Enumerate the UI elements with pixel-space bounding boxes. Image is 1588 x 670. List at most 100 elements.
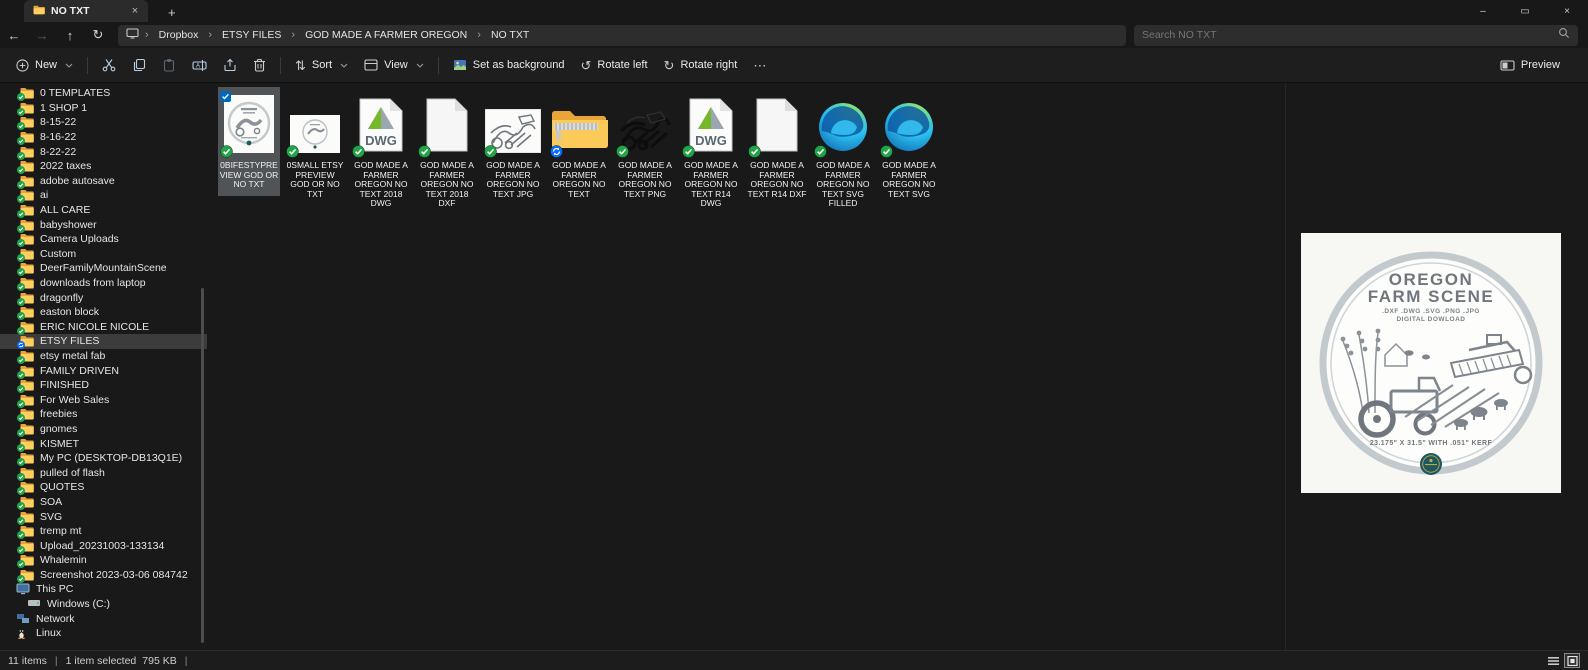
breadcrumb-segment[interactable]: ETSY FILES (218, 28, 285, 42)
copy-button[interactable] (124, 53, 154, 77)
file-name: GOD MADE A FARMER OREGON NO TEXT SVG FIL… (816, 160, 870, 208)
refresh-icon[interactable]: ↻ (84, 27, 112, 43)
sidebar-item[interactable]: ETSY FILES (0, 334, 207, 350)
breadcrumb-segment[interactable]: GOD MADE A FARMER OREGON (301, 28, 471, 42)
view-button[interactable]: View (356, 54, 432, 76)
new-button[interactable]: New (8, 54, 81, 77)
file-tile[interactable]: GOD MADE A FARMER OREGON NO TEXT R14 DXF (746, 87, 808, 205)
rotate-right-button[interactable]: ↻ Rotate right (656, 54, 746, 77)
breadcrumb[interactable]: › Dropbox › ETSY FILES › GOD MADE A FARMER OR… (118, 24, 1126, 46)
sidebar-item-label: QUOTES (40, 481, 85, 494)
sidebar-item[interactable]: 8-22-22 (0, 144, 207, 160)
file-tile[interactable]: DWG GOD MADE A FARMER OREGON NO TEXT 2018… (350, 87, 412, 215)
sidebar-item[interactable]: Camera Uploads (0, 232, 207, 248)
paste-button[interactable] (154, 53, 184, 77)
back-icon[interactable]: ← (0, 28, 28, 43)
file-tile[interactable]: GOD MADE A FARMER OREGON NO TEXT SVG FIL… (812, 87, 874, 215)
file-tile[interactable]: GOD MADE A FARMER OREGON NO TEXT SVG (878, 87, 940, 205)
new-tab-button[interactable]: + (162, 5, 182, 22)
maximize-button[interactable]: ▭ (1504, 0, 1546, 22)
brand-badge (1420, 453, 1442, 475)
sidebar-scrollbar[interactable] (201, 288, 204, 643)
sidebar-item[interactable]: freebies (0, 407, 207, 423)
command-toolbar: New A ⇅ Sort View Set as background ↺ Ro… (0, 48, 1588, 83)
sidebar-item[interactable]: 8-15-22 (0, 115, 207, 131)
selected-checkbox[interactable] (220, 89, 231, 107)
sidebar-item[interactable]: Custom (0, 247, 207, 262)
sidebar-item[interactable]: Whalemin (0, 553, 207, 569)
sidebar-item[interactable]: Network (0, 611, 207, 626)
search-input[interactable] (1142, 29, 1558, 41)
folder-icon (17, 394, 34, 408)
sidebar-item[interactable]: QUOTES (0, 480, 207, 496)
sidebar-item[interactable]: 1 SHOP 1 (0, 101, 207, 116)
sidebar-item-label: 2022 taxes (40, 160, 92, 173)
tab-close-icon[interactable]: × (128, 5, 142, 17)
rename-button[interactable]: A (184, 54, 215, 77)
sidebar-item[interactable]: 2022 taxes (0, 159, 207, 175)
folder-icon (17, 146, 34, 160)
sidebar-item[interactable]: Upload_20231003-133134 (0, 538, 207, 554)
file-tile[interactable]: DWG GOD MADE A FARMER OREGON NO TEXT R14 … (680, 87, 742, 215)
breadcrumb-segment[interactable]: NO TXT (487, 28, 533, 42)
tab-no-txt[interactable]: NO TXT × (24, 0, 148, 22)
sidebar-item[interactable]: 8-16-22 (0, 130, 207, 146)
sidebar-item[interactable]: SOA (0, 495, 207, 510)
file-area[interactable]: 0BIFESTYPREVIEW GOD OR NO TXT 0SMALL ETSY… (207, 83, 1285, 650)
sidebar-item[interactable]: 0 TEMPLATES (0, 86, 207, 102)
rotate-left-button[interactable]: ↺ Rotate left (573, 54, 656, 77)
sidebar-item[interactable]: Linux (0, 626, 207, 641)
minimize-button[interactable]: – (1462, 0, 1504, 22)
sidebar-item[interactable]: ALL CARE (0, 203, 207, 219)
preview-toggle-button[interactable]: Preview (1492, 54, 1568, 76)
sidebar-item[interactable]: Windows (C:) (0, 597, 207, 612)
details-view-button[interactable] (1545, 653, 1561, 668)
sidebar-item[interactable]: This PC (0, 582, 207, 597)
sidebar-item[interactable]: tremp mt (0, 524, 207, 540)
set-as-background-button[interactable]: Set as background (445, 54, 573, 76)
sidebar-item[interactable]: babyshower (0, 217, 207, 233)
sidebar-item-label: 8-15-22 (40, 116, 77, 129)
sidebar-item[interactable]: SVG (0, 509, 207, 525)
file-tile[interactable]: 0BIFESTYPREVIEW GOD OR NO TXT (218, 87, 280, 196)
up-icon[interactable]: ↑ (56, 28, 84, 43)
sidebar-item[interactable]: ai (0, 188, 207, 204)
sidebar-item[interactable]: etsy metal fab (0, 349, 207, 364)
large-icons-view-button[interactable] (1564, 653, 1580, 668)
sidebar-item[interactable]: For Web Sales (0, 392, 207, 408)
file-tile[interactable]: GOD MADE A FARMER OREGON NO TEXT 2018 DX… (416, 87, 478, 215)
sidebar-item[interactable]: FINISHED (0, 378, 207, 394)
search-box[interactable] (1134, 24, 1578, 46)
forward-icon[interactable]: → (28, 28, 56, 43)
sidebar-item[interactable]: DeerFamilyMountainScene (0, 261, 207, 277)
breadcrumb-separator-icon: › (208, 29, 213, 41)
share-button[interactable] (215, 53, 245, 77)
file-tile[interactable]: GOD MADE A FARMER OREGON NO TEXT (548, 87, 610, 205)
sidebar-item[interactable]: FAMILY DRIVEN (0, 363, 207, 379)
file-thumbnail (615, 91, 675, 158)
sidebar-item[interactable]: adobe autosave (0, 174, 207, 189)
sidebar-item[interactable]: downloads from laptop (0, 276, 207, 292)
folder-icon (17, 219, 34, 233)
sort-button[interactable]: ⇅ Sort (287, 54, 356, 77)
sidebar-item[interactable]: dragonfly (0, 290, 207, 306)
breadcrumb-segment[interactable]: Dropbox (155, 28, 203, 42)
cut-button[interactable] (94, 53, 124, 77)
sidebar-item[interactable]: My PC (DESKTOP-DB13Q1E) (0, 451, 207, 467)
folder-icon (17, 248, 34, 262)
sidebar-item[interactable]: Screenshot 2023-03-06 084742 (0, 568, 207, 583)
sidebar-item[interactable]: easton block (0, 305, 207, 321)
delete-button[interactable] (245, 53, 274, 77)
sidebar-item[interactable]: ERIC NICOLE NICOLE (0, 320, 207, 335)
more-options-button[interactable]: ⋯ (745, 54, 774, 77)
preview-subtitle: DIGITAL DOWLOAD (1396, 316, 1465, 323)
sidebar-item[interactable]: KISMET (0, 436, 207, 452)
file-tile[interactable]: 0SMALL ETSY PREVIEW GOD OR NO TXT (284, 87, 346, 205)
file-tile[interactable]: GOD MADE A FARMER OREGON NO TEXT PNG (614, 87, 676, 205)
close-button[interactable]: × (1546, 0, 1588, 22)
file-tile[interactable]: GOD MADE A FARMER OREGON NO TEXT JPG (482, 87, 544, 205)
search-icon[interactable] (1558, 26, 1570, 44)
sidebar-item[interactable]: gnomes (0, 422, 207, 437)
sidebar-item[interactable]: pulled of flash (0, 465, 207, 481)
check-badge (17, 472, 25, 481)
